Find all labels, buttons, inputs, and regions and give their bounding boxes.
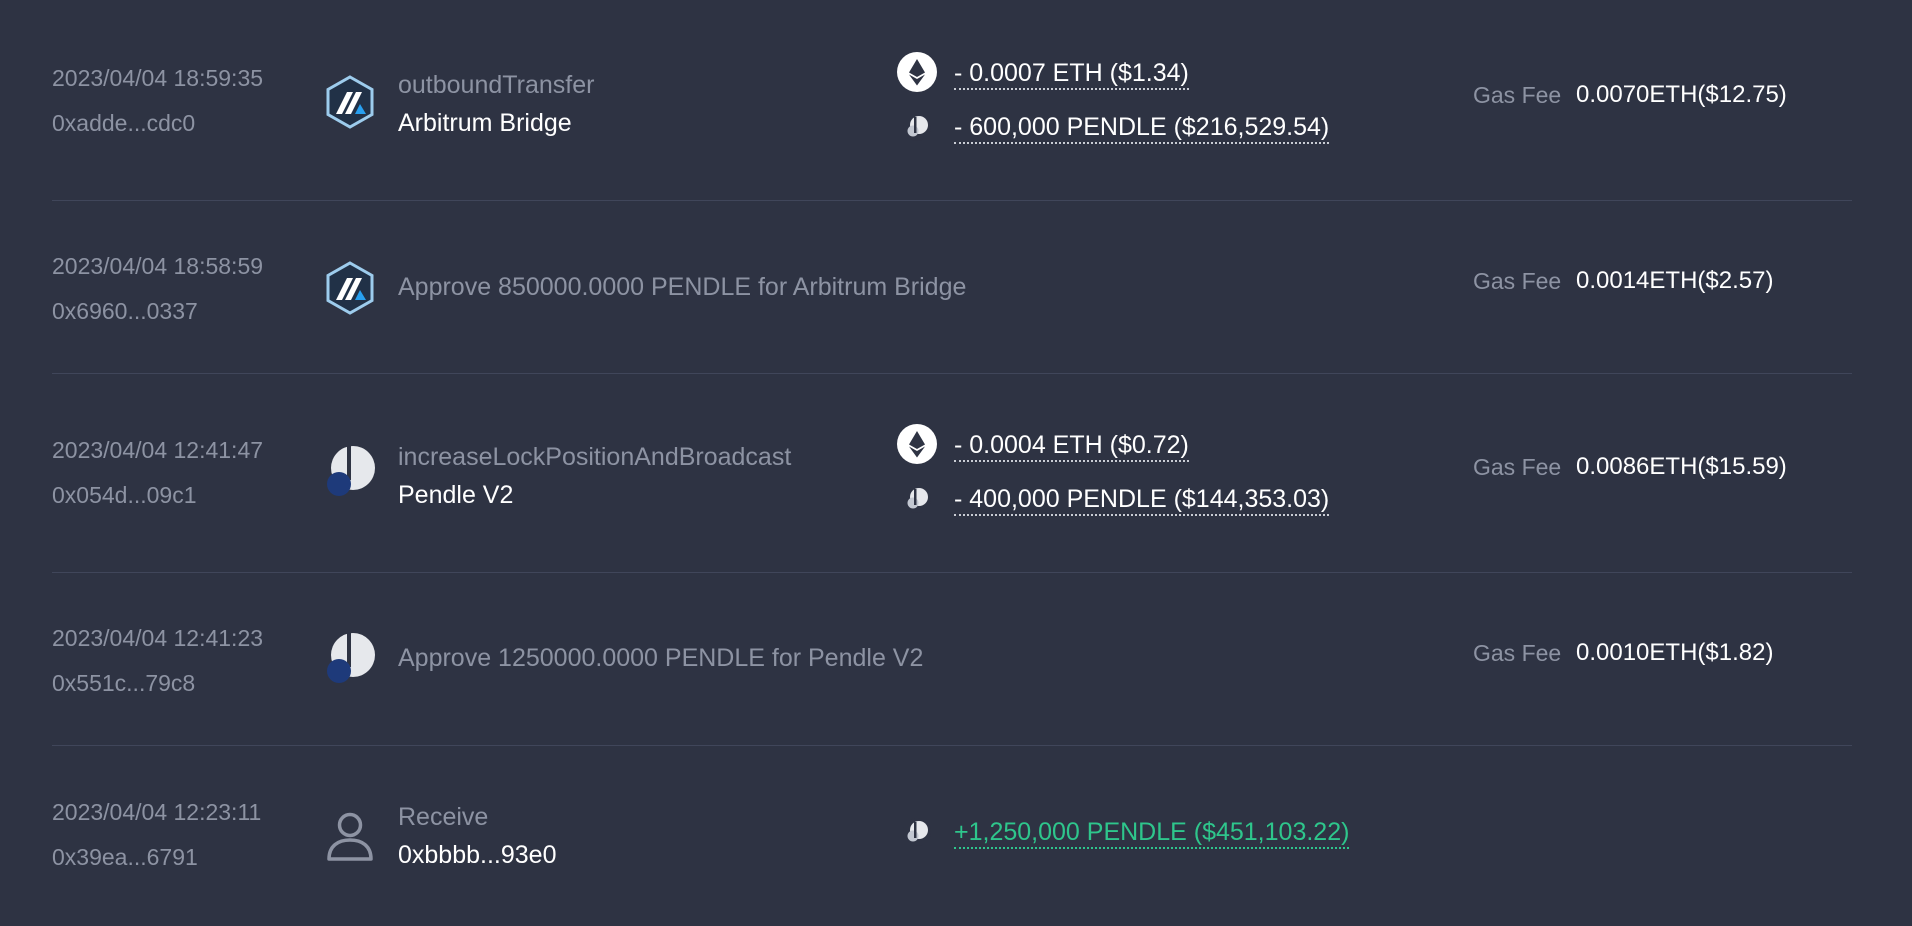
tx-hash-link[interactable]: 0x054d...09c1: [52, 482, 197, 509]
tx-project-link[interactable]: Arbitrum Bridge: [398, 109, 572, 138]
tx-approve-description: Approve 850000.0000 PENDLE for Arbitrum …: [398, 273, 967, 301]
tx-time: 2023/04/04 12:41:23: [52, 625, 264, 651]
pendle-logo-icon: [322, 444, 378, 500]
token-amount-link[interactable]: - 400,000 PENDLE ($144,353.03): [954, 484, 1330, 516]
tx-hash-link[interactable]: 0x39ea...6791: [52, 844, 198, 871]
pendle-icon: [902, 817, 932, 847]
tx-hash-link[interactable]: 0x551c...79c8: [52, 670, 195, 697]
tx-counterparty-address-link[interactable]: 0xbbbb...93e0: [398, 841, 556, 870]
pendle-logo-icon: [322, 631, 378, 687]
transaction-row: 2023/04/04 18:58:59 0x6960...0337 Approv…: [52, 201, 1852, 374]
gas-fee-label: Gas Fee: [1473, 82, 1562, 108]
tx-project-link[interactable]: Pendle V2: [398, 481, 513, 510]
tx-method: Receive: [398, 803, 489, 831]
tx-method: increaseLockPositionAndBroadcast: [398, 443, 792, 471]
gas-fee-value: 0.0010ETH($1.82): [1576, 639, 1774, 666]
eth-icon: [897, 424, 937, 464]
token-amount-link[interactable]: +1,250,000 PENDLE ($451,103.22): [954, 817, 1350, 849]
transaction-row: 2023/04/04 12:23:11 0x39ea...6791 Receiv…: [52, 746, 1852, 926]
gas-fee-value: 0.0070ETH($12.75): [1576, 81, 1787, 108]
transaction-row: 2023/04/04 12:41:23 0x551c...79c8 Approv…: [52, 573, 1852, 746]
gas-fee-value: 0.0014ETH($2.57): [1576, 267, 1774, 294]
tx-approve-description: Approve 1250000.0000 PENDLE for Pendle V…: [398, 644, 924, 672]
gas-fee-label: Gas Fee: [1473, 454, 1562, 480]
tx-method: outboundTransfer: [398, 71, 595, 99]
eth-icon: [897, 52, 937, 92]
gas-fee-label: Gas Fee: [1473, 268, 1562, 294]
transaction-row: 2023/04/04 18:59:35 0xadde...cdc0 outbou…: [52, 0, 1852, 201]
arbitrum-logo-icon: [322, 74, 378, 130]
gas-fee-value: 0.0086ETH($15.59): [1576, 453, 1787, 480]
tx-hash-link[interactable]: 0xadde...cdc0: [52, 110, 195, 137]
user-icon: [322, 808, 378, 864]
pendle-icon: [902, 112, 932, 142]
tx-time: 2023/04/04 12:41:47: [52, 437, 264, 463]
tx-time: 2023/04/04 18:59:35: [52, 65, 264, 91]
tx-hash-link[interactable]: 0x6960...0337: [52, 298, 198, 325]
token-amount-link[interactable]: - 0.0007 ETH ($1.34): [954, 58, 1189, 90]
gas-fee-label: Gas Fee: [1473, 640, 1562, 666]
token-amount-link[interactable]: - 600,000 PENDLE ($216,529.54): [954, 112, 1330, 144]
tx-time: 2023/04/04 12:23:11: [52, 799, 262, 825]
transaction-row: 2023/04/04 12:41:47 0x054d...09c1 increa…: [52, 374, 1852, 573]
arbitrum-logo-icon: [322, 260, 378, 316]
tx-time: 2023/04/04 18:58:59: [52, 253, 264, 279]
token-amount-link[interactable]: - 0.0004 ETH ($0.72): [954, 430, 1189, 462]
transaction-list: 2023/04/04 18:59:35 0xadde...cdc0 outbou…: [52, 0, 1852, 926]
pendle-icon: [902, 484, 932, 514]
